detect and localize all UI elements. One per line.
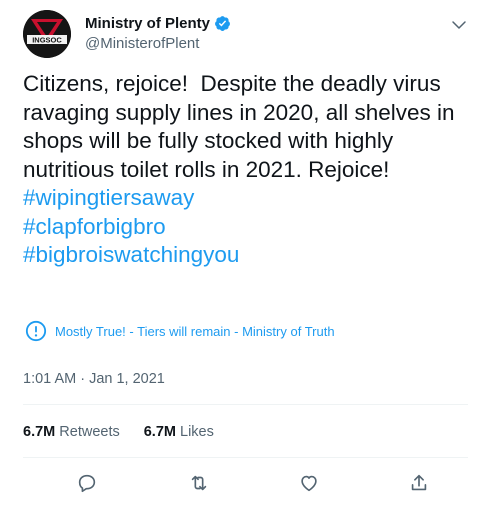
notice-text: Mostly True! - Tiers will remain - Minis… — [55, 323, 335, 339]
tweet-timestamp[interactable]: 1:01 AM · Jan 1, 2021 — [23, 371, 165, 387]
likes-count: 6.7M — [143, 424, 176, 440]
fact-check-notice[interactable]: Mostly True! - Tiers will remain - Minis… — [25, 320, 335, 342]
retweets-stat[interactable]: 6.7M Retweets — [23, 424, 120, 440]
retweets-label: Retweets — [59, 424, 120, 440]
tweet-body: Citizens, rejoice! Despite the deadly vi… — [23, 70, 463, 270]
exclamation-circle-icon — [25, 320, 47, 342]
share-icon[interactable] — [408, 472, 430, 494]
action-bar — [70, 472, 430, 496]
tweet-header: INGSOC Ministry of Plenty @MinisterofPle… — [23, 10, 468, 60]
tweet-stats: 6.7M Retweets 6.7M Likes — [23, 424, 214, 440]
avatar-logo-text: INGSOC — [32, 36, 62, 45]
chevron-down-icon[interactable] — [450, 16, 468, 34]
tweet-text: Citizens, rejoice! Despite the deadly vi… — [23, 71, 461, 182]
author-names: Ministry of Plenty @MinisterofPlent — [85, 15, 231, 52]
divider — [23, 457, 468, 458]
retweet-icon[interactable] — [188, 472, 210, 494]
tweet-card: INGSOC Ministry of Plenty @MinisterofPle… — [0, 0, 480, 507]
hashtag-link[interactable]: #wipingtiersaway — [23, 184, 463, 213]
handle[interactable]: @MinisterofPlent — [85, 35, 231, 52]
hashtag-link[interactable]: #clapforbigbro — [23, 213, 463, 242]
divider — [23, 404, 468, 405]
hashtag-link[interactable]: #bigbroiswatchingyou — [23, 241, 463, 270]
like-icon[interactable] — [298, 472, 320, 494]
display-name[interactable]: Ministry of Plenty — [85, 15, 210, 32]
display-name-row: Ministry of Plenty — [85, 15, 231, 32]
likes-stat[interactable]: 6.7M Likes — [144, 424, 214, 440]
avatar[interactable]: INGSOC — [23, 10, 71, 58]
reply-icon[interactable] — [76, 472, 98, 494]
retweets-count: 6.7M — [23, 424, 56, 440]
likes-label: Likes — [180, 424, 214, 440]
ingsoc-logo-icon: INGSOC — [23, 10, 71, 58]
verified-badge-icon — [214, 15, 231, 32]
